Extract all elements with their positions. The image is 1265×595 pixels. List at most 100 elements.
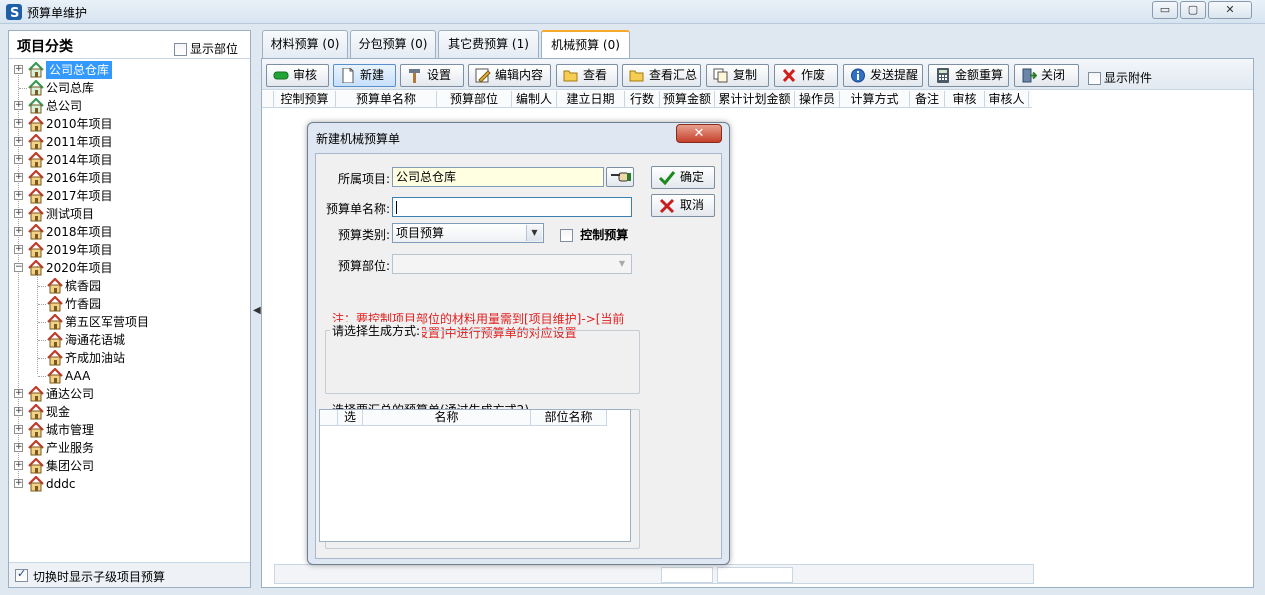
tree-item[interactable]: +2010年项目 — [9, 115, 244, 133]
expand-icon[interactable]: + — [14, 425, 23, 434]
control-budget-checkbox[interactable] — [560, 229, 573, 242]
expand-icon[interactable]: + — [14, 209, 23, 218]
tree-item[interactable]: 槟香园 — [9, 277, 244, 295]
dialog-close-button[interactable]: ✕ — [676, 124, 722, 143]
settings-button[interactable]: 设置 — [400, 64, 464, 87]
tree-item[interactable]: 公司总库 — [9, 79, 244, 97]
tab-machinery-budget[interactable]: 机械预算 (0) — [541, 30, 630, 59]
project-category-header: 项目分类 显示部位 — [9, 31, 250, 59]
expand-icon[interactable]: + — [14, 461, 23, 470]
project-picker-button[interactable] — [606, 167, 634, 187]
summary-col-select[interactable]: 选 — [338, 410, 363, 426]
expand-icon[interactable]: + — [14, 389, 23, 398]
maximize-button[interactable]: ▢ — [1180, 1, 1206, 19]
show-attachments-toggle[interactable]: 显示附件 — [1088, 69, 1152, 86]
show-child-budget-checkbox[interactable] — [15, 567, 28, 582]
grid-col-header[interactable]: 建立日期 — [557, 91, 625, 108]
tree-item[interactable]: + 公司总仓库 — [9, 61, 244, 79]
tree-item[interactable]: +2016年项目 — [9, 169, 244, 187]
grid-col-header[interactable]: 预算部位 — [437, 91, 512, 108]
expand-icon[interactable]: + — [14, 443, 23, 452]
tree-item[interactable]: 齐成加油站 — [9, 349, 244, 367]
tree-item[interactable]: + 集团公司 — [9, 457, 244, 475]
tree-item[interactable]: AAA — [9, 367, 244, 385]
summary-col-dept[interactable]: 部位名称 — [531, 410, 607, 426]
tab-subcontract-budget[interactable]: 分包预算 (0) — [350, 30, 436, 58]
summary-col-name[interactable]: 名称 — [363, 410, 531, 426]
tree-item[interactable]: + 通达公司 — [9, 385, 244, 403]
show-dept-checkbox[interactable] — [174, 43, 187, 56]
view-summary-button[interactable]: 查看汇总 — [622, 64, 701, 87]
grid-col-header[interactable]: 预算单名称 — [336, 91, 437, 108]
panel-splitter[interactable]: ◀ — [252, 30, 261, 588]
expand-icon[interactable]: + — [14, 119, 23, 128]
project-tree[interactable]: + 公司总仓库 公司总库 + 总公司 +2010年项目 +2011年项目 +2014年项目 +2… — [9, 60, 250, 560]
tree-item[interactable]: − 2020年项目 — [9, 259, 244, 277]
tree-item[interactable]: +2014年项目 — [9, 151, 244, 169]
tree-item[interactable]: +2011年项目 — [9, 133, 244, 151]
review-button[interactable]: 审核 — [266, 64, 329, 87]
control-budget-toggle[interactable]: 控制预算 — [560, 226, 628, 243]
tree-item[interactable]: + 现金 — [9, 403, 244, 421]
budget-type-select[interactable]: 项目预算 ▼ — [392, 223, 544, 243]
show-dept-toggle[interactable]: 显示部位 — [174, 40, 238, 57]
tree-guide-line — [38, 358, 46, 359]
house-icon — [28, 224, 44, 240]
tree-item[interactable]: 竹香园 — [9, 295, 244, 313]
send-reminder-button[interactable]: 发送提醒 — [843, 64, 923, 87]
tree-item[interactable]: + 产业服务 — [9, 439, 244, 457]
recalc-amount-button[interactable]: 金额重算 — [928, 64, 1009, 87]
grid-col-header[interactable]: 累计计划金额 — [715, 91, 795, 108]
show-attachments-checkbox[interactable] — [1088, 72, 1101, 85]
tree-item[interactable]: +2018年项目 — [9, 223, 244, 241]
collapse-icon[interactable]: − — [14, 263, 23, 272]
expand-icon[interactable]: + — [14, 65, 23, 74]
tab-other-fee-budget[interactable]: 其它费预算 (1) — [438, 30, 539, 58]
grid-col-header[interactable]: 操作员 — [795, 91, 840, 108]
void-button[interactable]: 作废 — [774, 64, 838, 87]
minimize-button[interactable]: ▭ — [1152, 1, 1178, 19]
edit-content-button[interactable]: 编辑内容 — [468, 64, 551, 87]
expand-icon[interactable]: + — [14, 155, 23, 164]
expand-icon[interactable]: + — [14, 245, 23, 254]
cancel-button[interactable]: 取消 — [651, 194, 715, 217]
expand-icon[interactable]: + — [14, 407, 23, 416]
tree-item[interactable]: + dddc — [9, 475, 244, 493]
tree-item[interactable]: + 城市管理 — [9, 421, 244, 439]
exit-door-icon — [1022, 68, 1037, 83]
budget-name-input[interactable] — [392, 197, 632, 217]
expand-icon[interactable]: + — [14, 173, 23, 182]
budget-dept-select[interactable]: ▼ — [392, 254, 632, 274]
grid-col-header[interactable]: 控制预算 — [274, 91, 336, 108]
expand-icon[interactable]: + — [14, 227, 23, 236]
grid-col-header[interactable]: 预算金额 — [660, 91, 715, 108]
ok-button[interactable]: 确定 — [651, 166, 715, 189]
tree-item[interactable]: +2017年项目 — [9, 187, 244, 205]
tree-guide-line — [19, 88, 27, 89]
close-button[interactable]: 关闭 — [1014, 64, 1079, 87]
view-button[interactable]: 查看 — [556, 64, 618, 87]
close-window-button[interactable]: ✕ — [1208, 1, 1252, 19]
tree-item[interactable]: + 测试项目 — [9, 205, 244, 223]
expand-icon[interactable]: + — [14, 479, 23, 488]
tab-material-budget[interactable]: 材料预算 (0) — [262, 30, 348, 58]
expand-icon[interactable]: + — [14, 137, 23, 146]
grid-col-header[interactable]: 计算方式 — [840, 91, 910, 108]
project-label: 所属项目: — [337, 172, 390, 186]
summary-budget-grid[interactable]: 选 名称 部位名称 — [319, 409, 631, 542]
tree-item[interactable]: 海通花语城 — [9, 331, 244, 349]
expand-icon[interactable]: + — [14, 101, 23, 110]
tree-item[interactable]: 第五区军营项目 — [9, 313, 244, 331]
new-button[interactable]: 新建 — [333, 64, 396, 87]
grid-col-header[interactable]: 审核 — [945, 91, 985, 108]
grid-col-header[interactable]: 备注 — [910, 91, 945, 108]
copy-button[interactable]: 复制 — [706, 64, 769, 87]
collapse-left-arrow-icon[interactable]: ◀ — [253, 305, 261, 316]
grid-col-header[interactable]: 审核人 — [985, 91, 1029, 108]
grid-col-header[interactable]: 行数 — [625, 91, 660, 108]
project-field[interactable]: 公司总仓库 — [392, 167, 604, 187]
grid-col-header[interactable]: 编制人 — [512, 91, 557, 108]
expand-icon[interactable]: + — [14, 191, 23, 200]
tree-item[interactable]: +2019年项目 — [9, 241, 244, 259]
tree-item[interactable]: + 总公司 — [9, 97, 244, 115]
